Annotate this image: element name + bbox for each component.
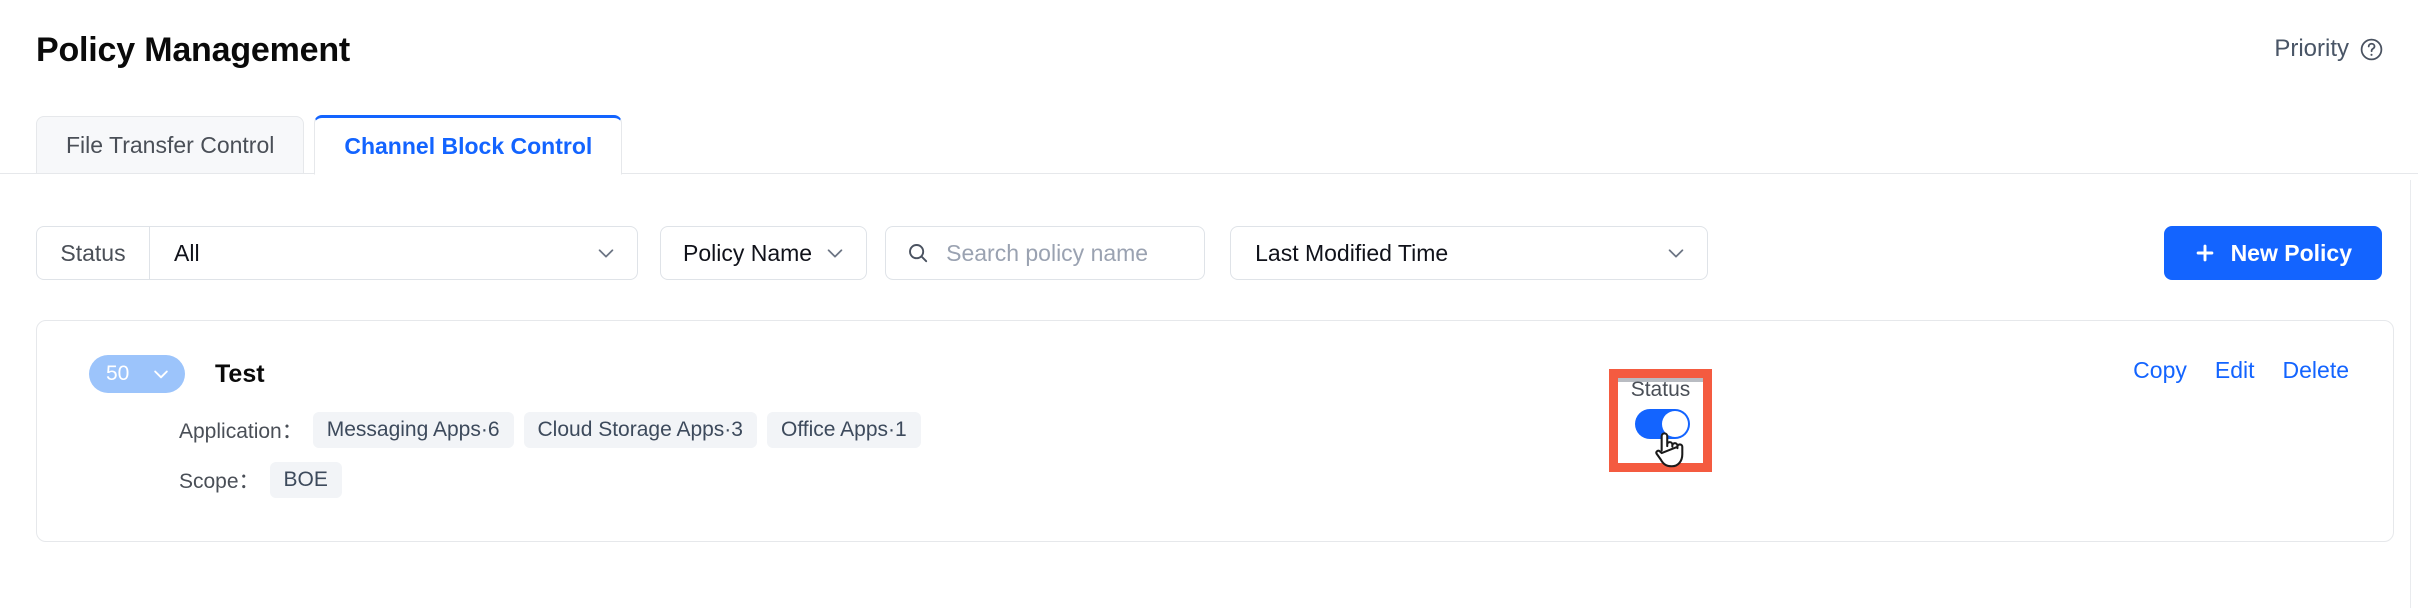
tab-label: File Transfer Control (66, 131, 275, 158)
chevron-down-icon[interactable] (1665, 242, 1687, 264)
priority-help-group[interactable]: Priority (2274, 37, 2384, 62)
page-right-divider (2410, 180, 2411, 608)
tab-file-transfer-control[interactable]: File Transfer Control (36, 116, 305, 174)
policy-card: 50 Test Application： Messaging Apps·6 Cl… (36, 320, 2394, 542)
priority-label: Priority (2274, 35, 2349, 62)
application-tag[interactable]: Messaging Apps·6 (312, 412, 514, 448)
sort-select-value: Last Modified Time (1255, 239, 1449, 266)
application-tag[interactable]: Office Apps·1 (766, 412, 921, 448)
delete-link[interactable]: Delete (2283, 357, 2349, 384)
tab-bar: File Transfer Control Channel Block Cont… (0, 112, 2418, 175)
card-actions: Copy Edit Delete (2133, 357, 2349, 384)
filter-toolbar: Status All Policy Name Search policy nam… (36, 226, 2382, 280)
tab-list: File Transfer Control Channel Block Cont… (36, 115, 623, 175)
application-label: Application： (179, 420, 303, 443)
search-icon (906, 241, 930, 265)
hand-pointer-icon (1650, 429, 1684, 471)
priority-badge-value: 50 (106, 362, 130, 385)
application-tag[interactable]: Cloud Storage Apps·3 (523, 412, 757, 448)
edit-link[interactable]: Edit (2215, 357, 2255, 384)
policy-card-body: 50 Test Application： Messaging Apps·6 Cl… (37, 321, 2393, 541)
new-policy-button-label: New Policy (2230, 239, 2352, 266)
policy-management-page: Policy Management Priority File Transfer… (0, 0, 2418, 608)
status-filter-label: Status (37, 227, 150, 279)
policy-card-header-row: 50 Test (37, 353, 2393, 395)
chevron-down-icon[interactable] (595, 242, 617, 264)
search-input[interactable]: Search policy name (946, 240, 1148, 267)
search-box[interactable]: Search policy name (885, 226, 1206, 280)
new-policy-button[interactable]: New Policy (2163, 226, 2382, 280)
plus-icon (2194, 242, 2216, 264)
scope-label: Scope： (179, 470, 260, 493)
scope-tag[interactable]: BOE (269, 462, 342, 498)
priority-badge[interactable]: 50 (89, 355, 185, 393)
tab-channel-block-control[interactable]: Channel Block Control (314, 115, 623, 175)
page-header: Policy Management Priority (0, 0, 2418, 116)
question-circle-icon[interactable] (2359, 37, 2384, 62)
status-toggle-label: Status (1630, 378, 1691, 401)
status-filter-value: All (174, 239, 200, 266)
tab-label: Channel Block Control (344, 132, 593, 159)
search-field-select[interactable]: Policy Name (660, 226, 868, 280)
page-title: Policy Management (36, 31, 351, 69)
sort-select[interactable]: Last Modified Time (1230, 226, 1709, 280)
search-field-select-value: Policy Name (683, 239, 813, 266)
application-row: Application： Messaging Apps·6 Cloud Stor… (37, 412, 2393, 448)
scope-row: Scope： BOE (37, 462, 2393, 498)
chevron-down-icon[interactable] (824, 242, 846, 264)
copy-link[interactable]: Copy (2133, 357, 2187, 384)
status-filter[interactable]: Status All (36, 226, 638, 280)
status-filter-value-area[interactable]: All (150, 227, 637, 279)
chevron-down-icon[interactable] (151, 364, 171, 384)
policy-name: Test (215, 359, 265, 388)
